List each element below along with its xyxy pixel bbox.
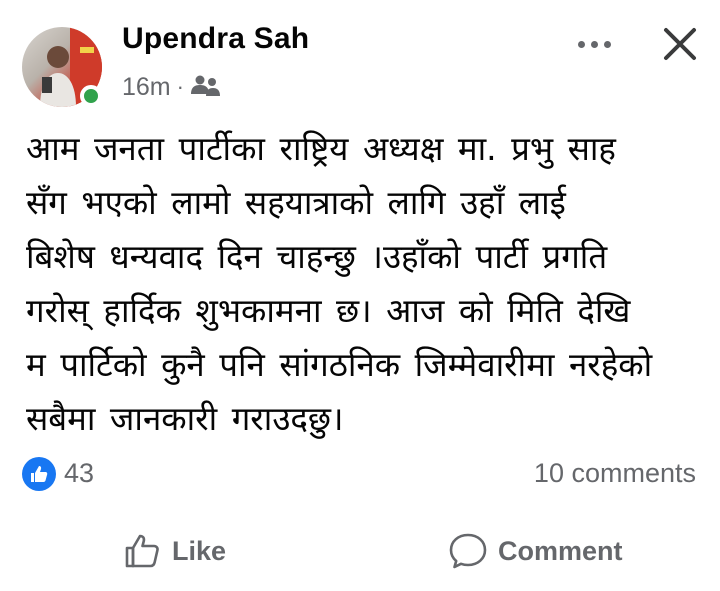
comment-count[interactable]: 10 comments [534,458,696,489]
more-options-button[interactable] [568,26,620,62]
post-text-line: सँग भएको लामो सहयात्राको लागि उहाँ लाई [26,183,566,222]
post-meta: 16m · [122,72,222,102]
more-dot-icon [590,40,598,48]
post-text-line: सबैमा जानकारी गराउदछु। [26,399,344,438]
friends-icon[interactable] [190,74,222,100]
post-text-line: बिशेष धन्यवाद दिन चाहन्छु ।उहाँको पार्टी… [26,237,608,276]
close-icon [664,28,696,60]
thumbs-up-icon [125,534,159,568]
author-avatar[interactable] [22,27,102,107]
like-label: Like [172,535,227,566]
author-name[interactable]: Upendra Sah [122,22,309,56]
post-time[interactable]: 16m [122,73,171,102]
post-text: आम जनता पार्टीका राष्ट्रिय अध्यक्ष मा. प… [26,122,706,446]
comment-button[interactable]: Comment [448,527,623,575]
close-button[interactable] [658,22,702,66]
facebook-post: Upendra Sah 16m · आम जनता पार्टीका राष्ट… [0,0,720,591]
post-text-line: गरोस् हार्दिक शुभकामना छ। आज को मिति देख… [26,291,631,330]
more-dot-icon [603,40,611,48]
comment-label: Comment [498,535,623,566]
like-count[interactable]: 43 [64,458,94,489]
meta-separator: · [176,74,184,99]
comment-icon [449,533,487,569]
like-button[interactable]: Like [124,527,226,575]
post-text-line: आम जनता पार्टीका राष्ट्रिय अध्यक्ष मा. प… [26,129,616,168]
post-text-line: म पार्टिको कुनै पनि सांगठनिक जिम्मेवारीम… [26,345,653,384]
like-reaction-icon[interactable] [22,457,56,491]
more-dot-icon [577,40,585,48]
online-status-dot [80,85,102,107]
